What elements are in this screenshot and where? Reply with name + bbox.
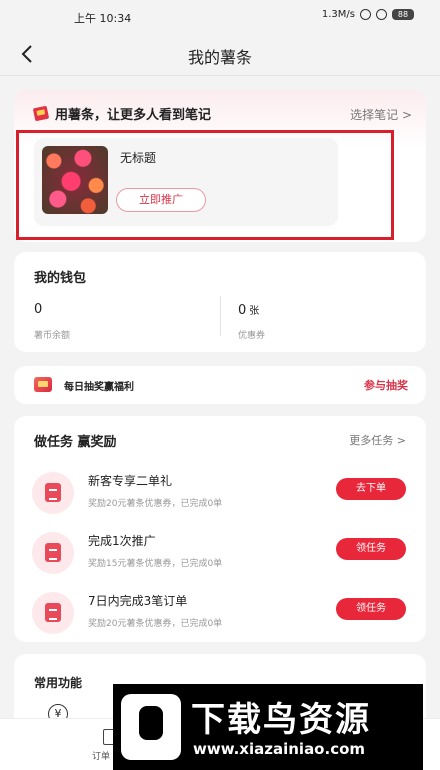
promote-now-button[interactable]: 立即推广 [116,188,206,212]
page-title: 我的薯条 [187,48,252,67]
task-item: 7日内完成3笔订单 奖励20元薯条优惠券，已完成0单 领任务 [14,588,426,638]
status-bar: 上午 10:34 1.3M/s 88 [0,0,440,32]
task-desc: 奖励20元薯条优惠券，已完成0单 [88,619,223,629]
task-title: 完成1次推广 [88,534,156,548]
alarm-icon [360,9,371,20]
status-icons: 1.3M/s 88 [322,9,414,20]
coupon-unit: 张 [249,306,260,317]
join-lottery-link[interactable]: 参与抽奖 [364,377,408,393]
task-clipboard-icon [32,592,74,634]
lottery-banner[interactable]: 每日抽奖赢福利 参与抽奖 [14,366,426,404]
gift-icon [34,377,52,392]
wallet-divider [220,296,221,336]
task-clipboard-icon [32,472,74,514]
wallet-card: 我的钱包 0 薯币余额 0张 优惠券 [14,252,426,352]
promo-card: 用薯条，让更多人看到笔记 选择笔记 > 无标题 立即推广 [14,90,426,242]
place-order-button[interactable]: 去下单 [336,478,406,500]
common-heading: 常用功能 [34,676,83,690]
note-title: 无标题 [120,151,157,165]
claim-task-button[interactable]: 领任务 [336,538,406,560]
network-speed: 1.3M/s [321,9,355,20]
tasks-heading: 做任务 赢奖励 [34,435,117,450]
coin-balance-label: 薯币余额 [34,331,71,341]
red-packet-icon [32,105,50,122]
more-tasks-link[interactable]: 更多任务 > [349,432,406,448]
task-clipboard-icon [32,532,74,574]
tab-orders-label[interactable]: 订单 [92,749,110,762]
note-thumbnail [42,146,108,214]
selected-note[interactable]: 无标题 立即推广 [34,138,338,226]
battery-icon: 88 [392,9,414,20]
task-title: 新客专享二单礼 [88,474,173,488]
task-desc: 奖励15元薯条优惠券，已完成0单 [88,559,223,569]
coin-balance-value[interactable]: 0 [34,302,42,317]
task-item: 新客专享二单礼 奖励20元薯条优惠券，已完成0单 去下单 [14,468,426,518]
coupon-value[interactable]: 0张 [238,302,259,318]
coupon-label: 优惠券 [238,331,266,341]
wifi-icon [376,9,387,20]
coupon-count: 0 [238,303,247,318]
tasks-card: 做任务 赢奖励 更多任务 > 新客专享二单礼 奖励20元薯条优惠券，已完成0单 … [14,416,426,642]
task-item: 完成1次推广 奖励15元薯条优惠券，已完成0单 领任务 [14,528,426,578]
choose-note-link[interactable]: 选择笔记 > [350,106,412,123]
claim-task-button[interactable]: 领任务 [336,598,406,620]
task-desc: 奖励20元薯条优惠券，已完成0单 [88,499,223,509]
watermark-url: www.xiazainiao.com [193,740,366,758]
task-title: 7日内完成3笔订单 [88,594,188,608]
promo-heading-text: 用薯条，让更多人看到笔记 [55,108,212,123]
wallet-heading: 我的钱包 [34,271,87,286]
watermark-brand: 下载鸟资源 [191,700,371,740]
nav-bar: 我的薯条 [0,32,440,76]
status-time: 上午 10:34 [74,12,132,25]
watermark: 下载鸟资源 www.xiazainiao.com [113,684,423,770]
promo-heading: 用薯条，让更多人看到笔记 [32,104,212,123]
lottery-text: 每日抽奖赢福利 [64,382,134,393]
watermark-logo [121,694,181,760]
